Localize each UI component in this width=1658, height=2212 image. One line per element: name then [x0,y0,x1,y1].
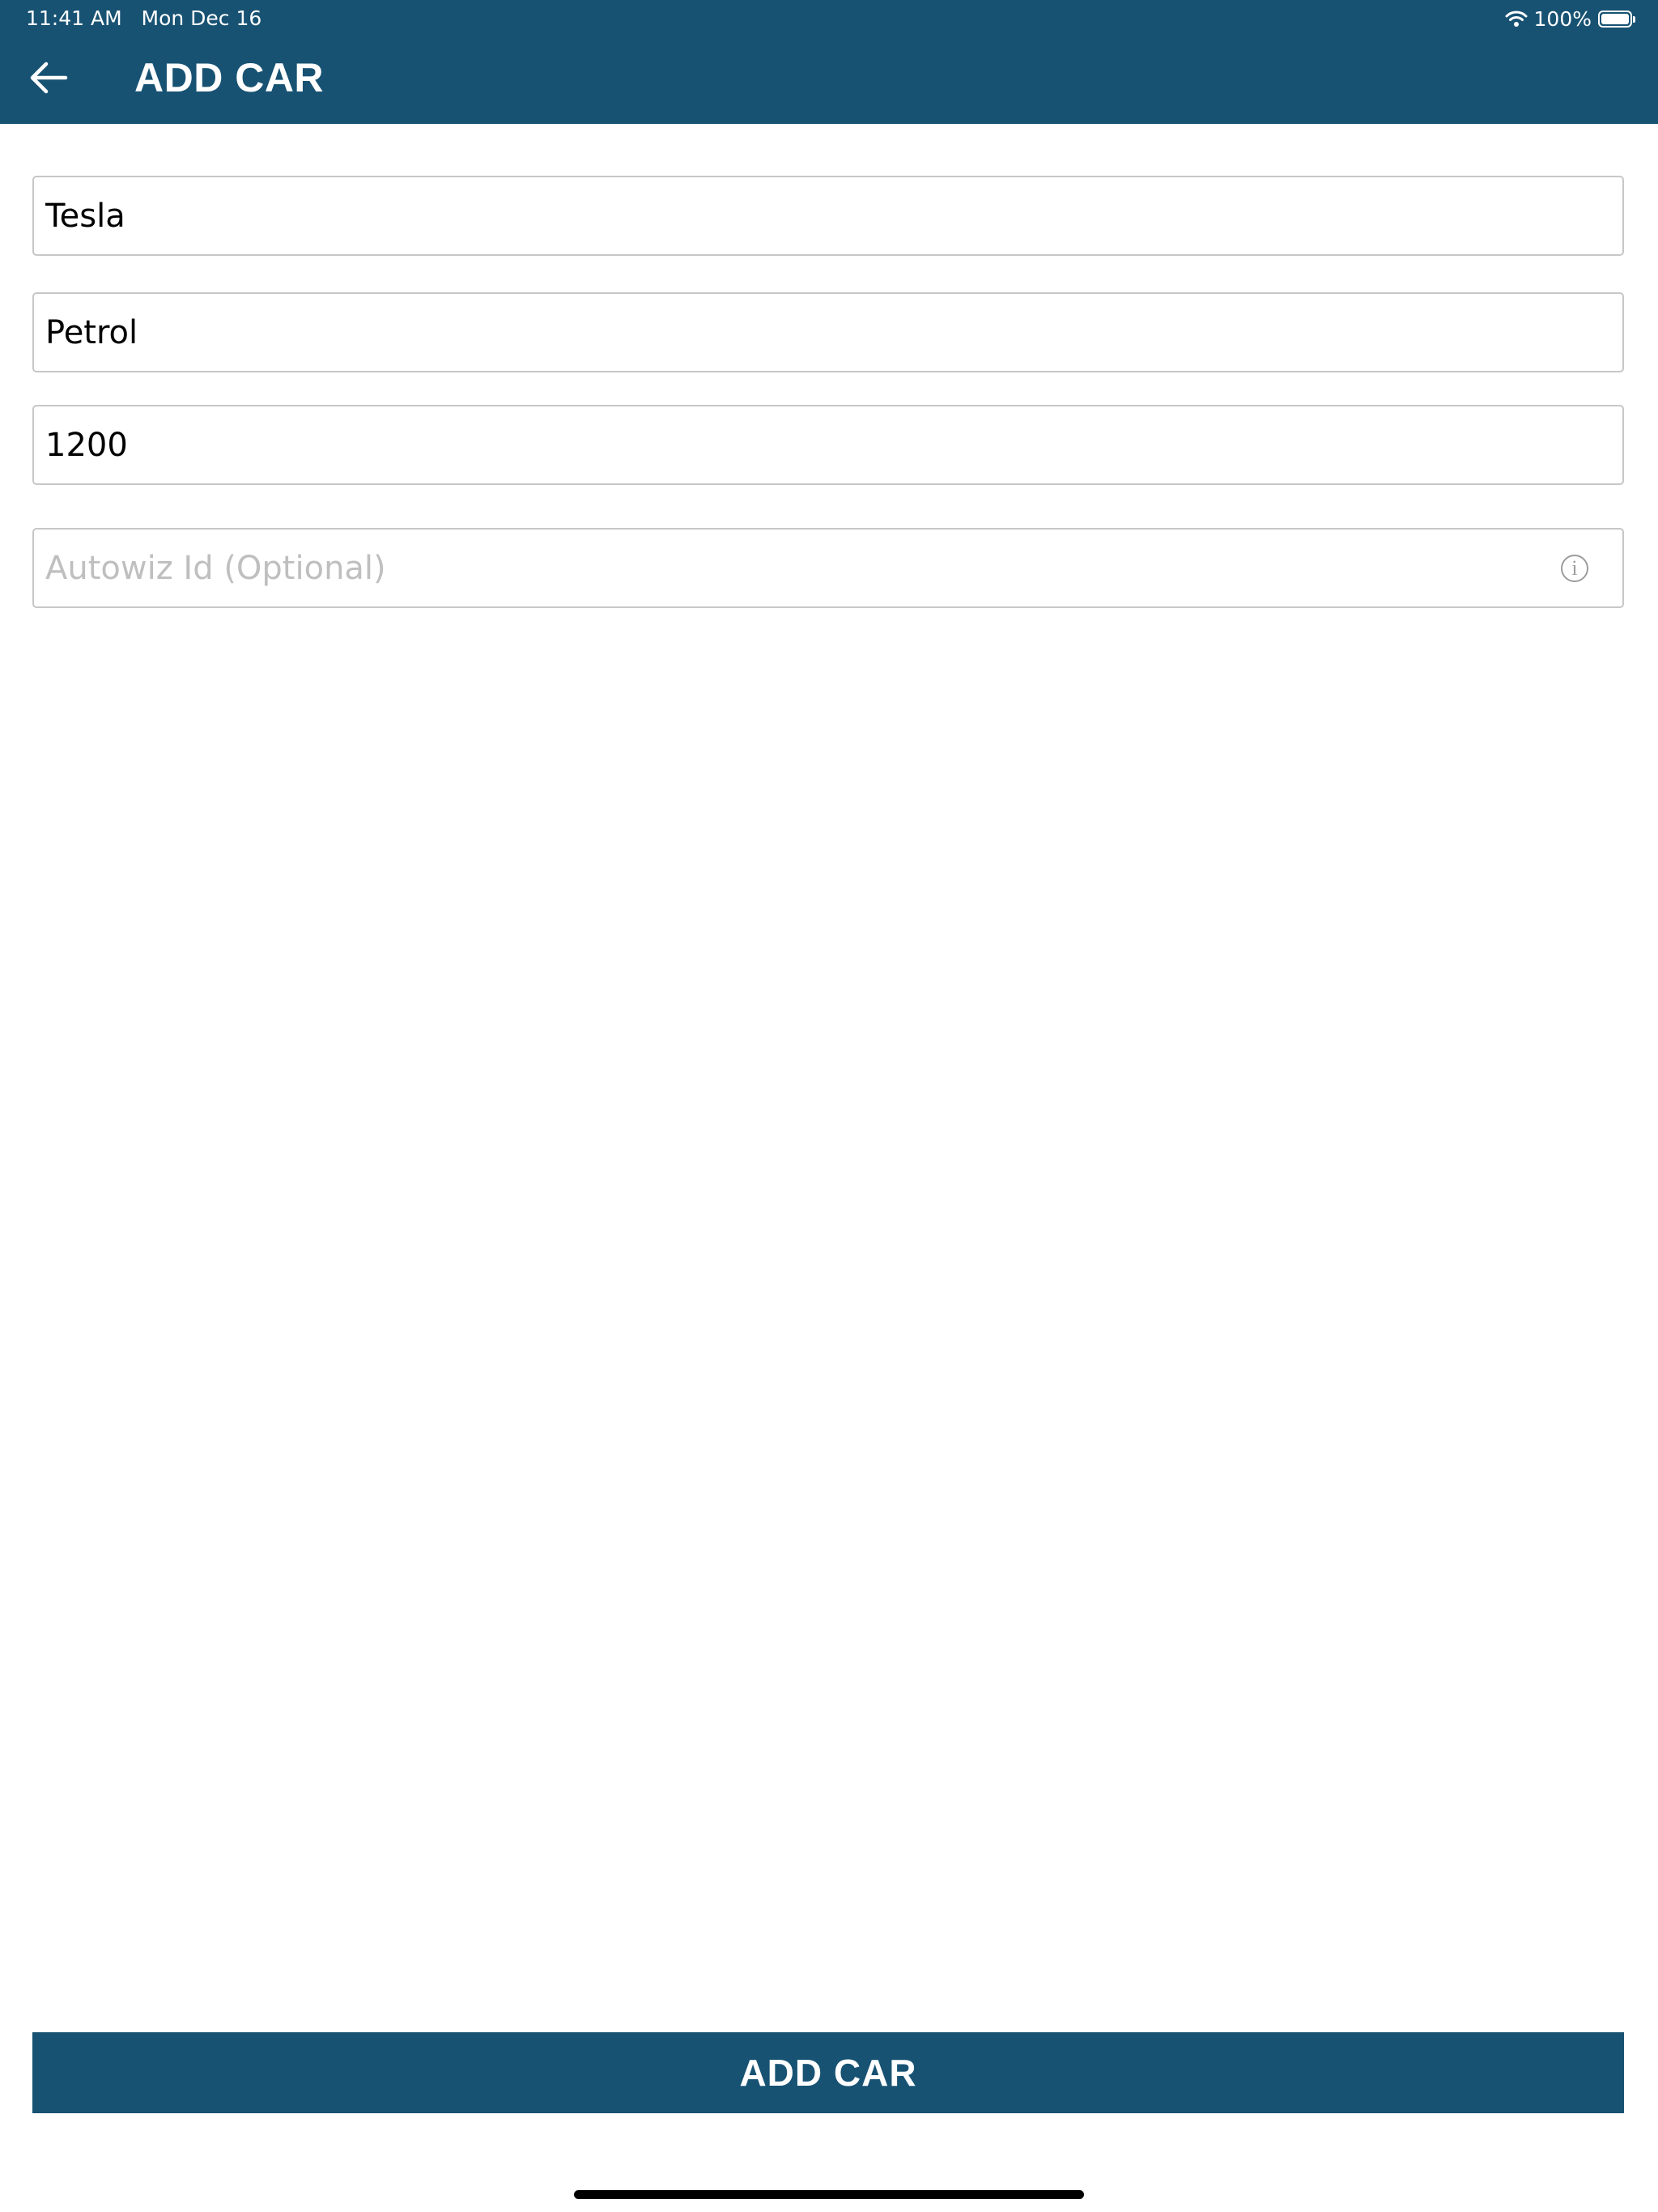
make-input[interactable] [34,177,1622,254]
status-bar-left: 11:41 AM Mon Dec 16 [26,6,261,31]
back-button[interactable] [23,53,74,102]
status-bar-right: 100% [1505,6,1635,31]
capacity-input[interactable] [34,406,1622,483]
add-car-button[interactable]: ADD CAR [32,2032,1624,2113]
status-time: 11:41 AM [26,6,122,30]
page-title: ADD CAR [134,55,325,100]
autowiz-id-input[interactable] [34,530,1622,606]
battery-percent: 100% [1533,6,1592,31]
battery-icon [1598,10,1635,28]
app-header: 11:41 AM Mon Dec 16 100% ADD CAR [0,0,1658,124]
make-field[interactable] [32,176,1624,256]
fuel-type-input[interactable] [34,294,1622,371]
info-icon[interactable]: i [1561,555,1588,582]
wifi-icon [1505,11,1528,27]
home-indicator [574,2190,1084,2199]
status-date: Mon Dec 16 [141,6,262,30]
capacity-field[interactable] [32,405,1624,485]
fuel-type-field[interactable] [32,292,1624,372]
arrow-left-icon [30,62,68,94]
battery-level [1601,13,1629,24]
autowiz-id-field[interactable]: i [32,528,1624,608]
